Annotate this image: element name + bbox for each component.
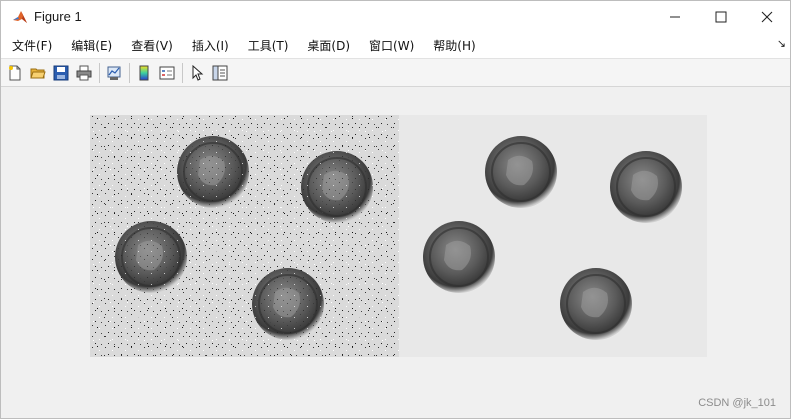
edit-pointer-icon[interactable] xyxy=(188,64,206,82)
link-plot-icon[interactable] xyxy=(105,64,123,82)
filtered-image-panel xyxy=(399,115,707,357)
coins-image-axes[interactable] xyxy=(90,115,707,357)
property-inspector-icon[interactable] xyxy=(211,64,229,82)
minimize-button[interactable] xyxy=(652,1,698,32)
legend-icon[interactable] xyxy=(158,64,176,82)
menu-insert[interactable]: 插入(I) xyxy=(188,37,233,54)
toolbar-separator xyxy=(129,62,130,83)
menu-edit[interactable]: 编辑(E) xyxy=(67,37,116,54)
menu-dock-arrow-icon[interactable]: ↘ xyxy=(777,37,786,50)
window-title: Figure 1 xyxy=(34,9,82,24)
new-figure-icon[interactable] xyxy=(6,64,24,82)
menu-tools[interactable]: 工具(T) xyxy=(244,37,293,54)
title-bar[interactable]: Figure 1 xyxy=(1,1,790,32)
close-button[interactable] xyxy=(744,1,790,32)
figure-toolbar xyxy=(1,59,790,87)
menu-help[interactable]: 帮助(H) xyxy=(429,37,479,54)
menu-bar: 文件(F) 编辑(E) 查看(V) 插入(I) 工具(T) 桌面(D) 窗口(W… xyxy=(1,32,790,59)
figure-canvas[interactable]: CSDN @jk_101 xyxy=(1,87,790,418)
print-icon[interactable] xyxy=(75,64,93,82)
menu-window[interactable]: 窗口(W) xyxy=(365,37,418,54)
coin xyxy=(485,136,557,208)
maximize-button[interactable] xyxy=(698,1,744,32)
colorbar-icon[interactable] xyxy=(135,64,153,82)
coin xyxy=(423,221,495,293)
toolbar-separator xyxy=(99,62,100,83)
coin xyxy=(610,151,682,223)
save-icon[interactable] xyxy=(52,64,70,82)
window-controls xyxy=(652,1,790,32)
menu-file[interactable]: 文件(F) xyxy=(8,37,56,54)
noisy-image-panel xyxy=(90,115,399,357)
figure-window: Figure 1 文件(F) 编辑(E) 查看(V) 插入(I) 工具(T) 桌… xyxy=(0,0,791,419)
coin xyxy=(560,268,632,340)
watermark-text: CSDN @jk_101 xyxy=(698,397,776,409)
menu-desktop[interactable]: 桌面(D) xyxy=(303,37,354,54)
toolbar-separator xyxy=(182,62,183,83)
menu-view[interactable]: 查看(V) xyxy=(127,37,177,54)
matlab-logo-icon xyxy=(12,8,28,25)
open-folder-icon[interactable] xyxy=(29,64,47,82)
